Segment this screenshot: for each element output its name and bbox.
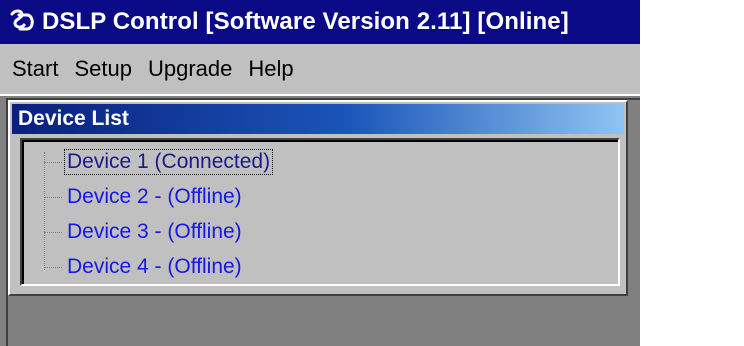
menu-start[interactable]: Start — [4, 54, 66, 84]
device-tree[interactable]: Device 1 (Connected) Device 2 - (Offline… — [20, 138, 620, 286]
tree-row-device-3[interactable]: Device 3 - (Offline) — [44, 215, 245, 249]
window-title: DSLP Control [Software Version 2.11] [On… — [42, 8, 569, 35]
dslp-app-icon[interactable] — [6, 7, 38, 37]
device-3-item[interactable]: Device 3 - (Offline) — [64, 219, 245, 245]
tree-connector — [44, 266, 62, 268]
tree-row-device-4[interactable]: Device 4 - (Offline) — [44, 250, 245, 284]
device-2-item[interactable]: Device 2 - (Offline) — [64, 184, 245, 210]
device-list-panel: Device List Device 1 (Connected) Device … — [8, 100, 628, 296]
menu-setup[interactable]: Setup — [66, 54, 140, 84]
device-1-item[interactable]: Device 1 (Connected) — [64, 149, 274, 175]
app-window: DSLP Control [Software Version 2.11] [On… — [0, 0, 744, 346]
device-list-title-text: Device List — [18, 107, 129, 130]
menu-bar: Start Setup Upgrade Help — [0, 44, 640, 94]
device-tree-frame: Device 1 (Connected) Device 2 - (Offline… — [22, 140, 618, 284]
menu-help[interactable]: Help — [240, 54, 301, 84]
tree-connector — [44, 161, 62, 163]
device-list-title[interactable]: Device List — [12, 104, 624, 134]
tree-connector — [44, 231, 62, 233]
menu-upgrade[interactable]: Upgrade — [140, 54, 240, 84]
tree-row-device-1[interactable]: Device 1 (Connected) — [44, 145, 274, 179]
tree-connector — [44, 196, 62, 198]
title-bar[interactable]: DSLP Control [Software Version 2.11] [On… — [0, 0, 640, 44]
device-4-item[interactable]: Device 4 - (Offline) — [64, 254, 245, 280]
tree-row-device-2[interactable]: Device 2 - (Offline) — [44, 180, 245, 214]
